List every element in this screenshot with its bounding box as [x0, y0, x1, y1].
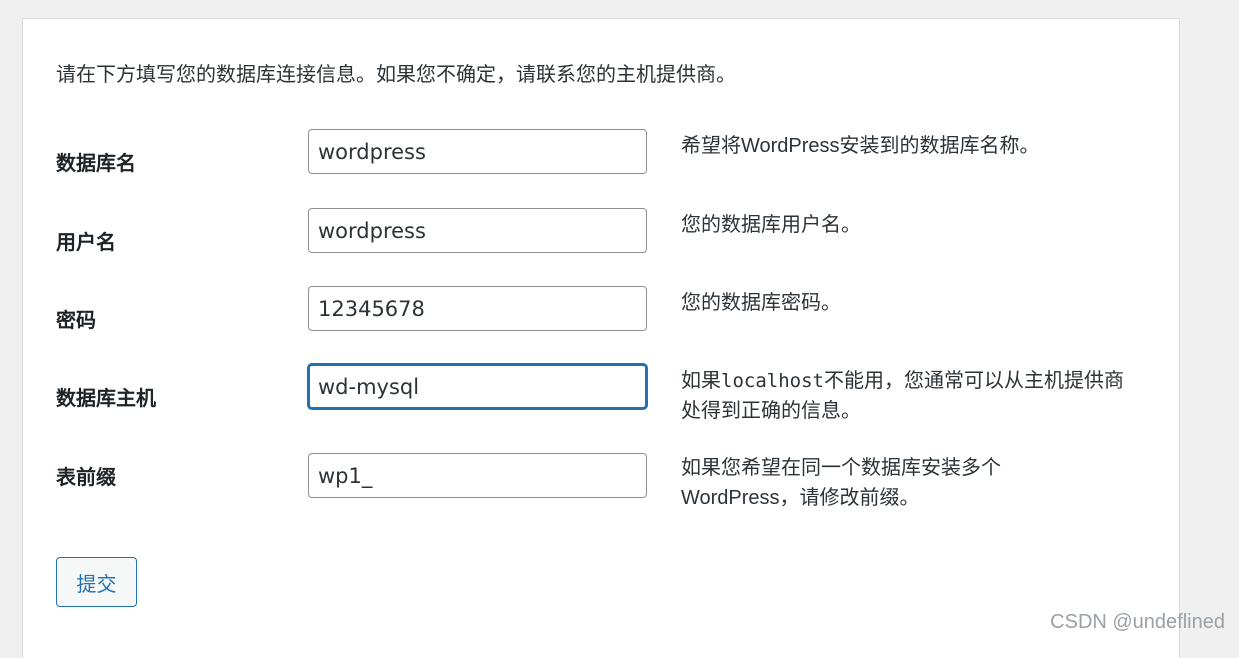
username-input[interactable]: [308, 208, 647, 253]
localhost-code: localhost: [721, 370, 824, 392]
dbhost-label: 数据库主机: [56, 388, 156, 410]
username-description: 您的数据库用户名。: [681, 214, 861, 236]
dbhost-description-prefix: 如果: [681, 370, 721, 392]
password-label: 密码: [56, 310, 96, 332]
password-input[interactable]: [308, 286, 647, 331]
setup-form-card: 请在下方填写您的数据库连接信息。如果您不确定，请联系您的主机提供商。 数据库名 …: [22, 18, 1180, 658]
dbname-input[interactable]: [308, 129, 647, 174]
dbhost-input[interactable]: [308, 364, 647, 409]
dbhost-description: 如果localhost不能用，您通常可以从主机提供商处得到正确的信息。: [681, 366, 1126, 426]
username-label: 用户名: [56, 232, 116, 254]
prefix-description: 如果您希望在同一个数据库安装多个WordPress，请修改前缀。: [681, 457, 1001, 509]
dbname-label: 数据库名: [56, 153, 136, 175]
password-description: 您的数据库密码。: [681, 292, 841, 314]
intro-text: 请在下方填写您的数据库连接信息。如果您不确定，请联系您的主机提供商。: [56, 64, 736, 86]
submit-button[interactable]: 提交: [56, 557, 137, 607]
prefix-input[interactable]: [308, 453, 647, 498]
csdn-watermark: CSDN @undeflined: [1050, 611, 1225, 633]
dbname-description: 希望将WordPress安装到的数据库名称。: [681, 135, 1040, 157]
prefix-label: 表前缀: [56, 467, 116, 489]
